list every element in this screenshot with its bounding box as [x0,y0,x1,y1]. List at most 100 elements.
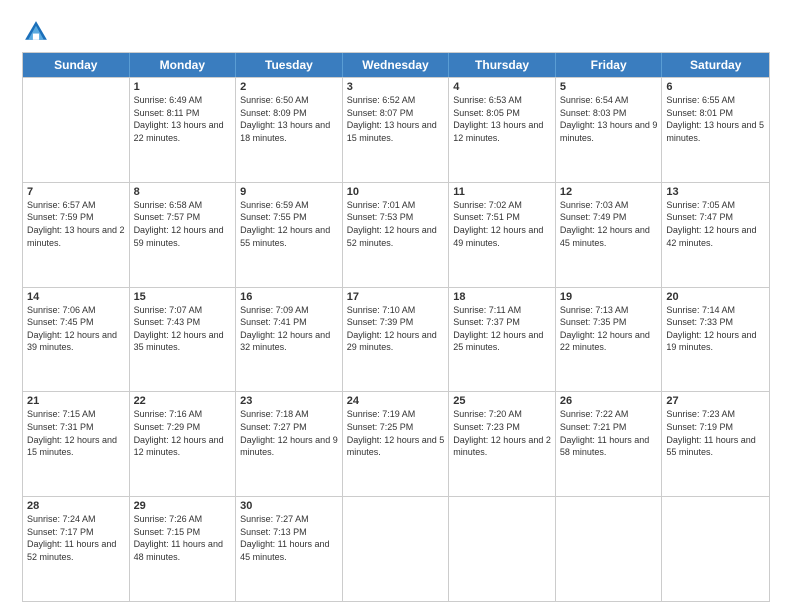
day-header-sunday: Sunday [23,53,130,77]
calendar-cell [662,497,769,601]
day-info: Sunrise: 6:54 AMSunset: 8:03 PMDaylight:… [560,94,658,144]
day-info: Sunrise: 7:02 AMSunset: 7:51 PMDaylight:… [453,199,551,249]
calendar-cell: 25Sunrise: 7:20 AMSunset: 7:23 PMDayligh… [449,392,556,496]
calendar-cell: 28Sunrise: 7:24 AMSunset: 7:17 PMDayligh… [23,497,130,601]
day-header-wednesday: Wednesday [343,53,450,77]
calendar-cell [343,497,450,601]
day-info: Sunrise: 7:07 AMSunset: 7:43 PMDaylight:… [134,304,232,354]
day-number: 27 [666,395,765,407]
day-number: 30 [240,500,338,512]
day-info: Sunrise: 7:01 AMSunset: 7:53 PMDaylight:… [347,199,445,249]
day-number: 25 [453,395,551,407]
calendar-cell [23,78,130,182]
calendar: SundayMondayTuesdayWednesdayThursdayFrid… [22,52,770,602]
day-info: Sunrise: 7:22 AMSunset: 7:21 PMDaylight:… [560,408,658,458]
calendar-cell: 8Sunrise: 6:58 AMSunset: 7:57 PMDaylight… [130,183,237,287]
day-info: Sunrise: 7:13 AMSunset: 7:35 PMDaylight:… [560,304,658,354]
calendar-body: 1Sunrise: 6:49 AMSunset: 8:11 PMDaylight… [23,77,769,601]
calendar-cell: 7Sunrise: 6:57 AMSunset: 7:59 PMDaylight… [23,183,130,287]
day-info: Sunrise: 7:26 AMSunset: 7:15 PMDaylight:… [134,513,232,563]
day-info: Sunrise: 7:19 AMSunset: 7:25 PMDaylight:… [347,408,445,458]
day-header-tuesday: Tuesday [236,53,343,77]
day-info: Sunrise: 6:49 AMSunset: 8:11 PMDaylight:… [134,94,232,144]
day-number: 4 [453,81,551,93]
day-number: 26 [560,395,658,407]
calendar-cell: 1Sunrise: 6:49 AMSunset: 8:11 PMDaylight… [130,78,237,182]
day-info: Sunrise: 7:10 AMSunset: 7:39 PMDaylight:… [347,304,445,354]
day-info: Sunrise: 7:23 AMSunset: 7:19 PMDaylight:… [666,408,765,458]
calendar-cell: 5Sunrise: 6:54 AMSunset: 8:03 PMDaylight… [556,78,663,182]
day-number: 15 [134,291,232,303]
calendar-cell: 12Sunrise: 7:03 AMSunset: 7:49 PMDayligh… [556,183,663,287]
day-number: 2 [240,81,338,93]
calendar-cell: 21Sunrise: 7:15 AMSunset: 7:31 PMDayligh… [23,392,130,496]
day-info: Sunrise: 6:57 AMSunset: 7:59 PMDaylight:… [27,199,125,249]
day-info: Sunrise: 7:06 AMSunset: 7:45 PMDaylight:… [27,304,125,354]
day-info: Sunrise: 7:24 AMSunset: 7:17 PMDaylight:… [27,513,125,563]
calendar-week-1: 1Sunrise: 6:49 AMSunset: 8:11 PMDaylight… [23,77,769,182]
day-info: Sunrise: 6:59 AMSunset: 7:55 PMDaylight:… [240,199,338,249]
day-header-thursday: Thursday [449,53,556,77]
day-number: 7 [27,186,125,198]
calendar-cell: 19Sunrise: 7:13 AMSunset: 7:35 PMDayligh… [556,288,663,392]
day-info: Sunrise: 7:14 AMSunset: 7:33 PMDaylight:… [666,304,765,354]
calendar-cell: 4Sunrise: 6:53 AMSunset: 8:05 PMDaylight… [449,78,556,182]
day-info: Sunrise: 6:50 AMSunset: 8:09 PMDaylight:… [240,94,338,144]
day-info: Sunrise: 7:20 AMSunset: 7:23 PMDaylight:… [453,408,551,458]
calendar-cell: 26Sunrise: 7:22 AMSunset: 7:21 PMDayligh… [556,392,663,496]
day-info: Sunrise: 7:27 AMSunset: 7:13 PMDaylight:… [240,513,338,563]
day-number: 29 [134,500,232,512]
day-number: 20 [666,291,765,303]
day-number: 21 [27,395,125,407]
calendar-cell: 14Sunrise: 7:06 AMSunset: 7:45 PMDayligh… [23,288,130,392]
day-number: 17 [347,291,445,303]
calendar-cell: 23Sunrise: 7:18 AMSunset: 7:27 PMDayligh… [236,392,343,496]
day-number: 16 [240,291,338,303]
day-info: Sunrise: 7:03 AMSunset: 7:49 PMDaylight:… [560,199,658,249]
calendar-cell [556,497,663,601]
day-number: 9 [240,186,338,198]
day-number: 8 [134,186,232,198]
calendar-week-4: 21Sunrise: 7:15 AMSunset: 7:31 PMDayligh… [23,391,769,496]
day-info: Sunrise: 7:15 AMSunset: 7:31 PMDaylight:… [27,408,125,458]
calendar-cell: 27Sunrise: 7:23 AMSunset: 7:19 PMDayligh… [662,392,769,496]
calendar-week-3: 14Sunrise: 7:06 AMSunset: 7:45 PMDayligh… [23,287,769,392]
calendar-cell: 17Sunrise: 7:10 AMSunset: 7:39 PMDayligh… [343,288,450,392]
day-number: 6 [666,81,765,93]
day-info: Sunrise: 6:53 AMSunset: 8:05 PMDaylight:… [453,94,551,144]
calendar-cell: 16Sunrise: 7:09 AMSunset: 7:41 PMDayligh… [236,288,343,392]
calendar-header-row: SundayMondayTuesdayWednesdayThursdayFrid… [23,53,769,77]
day-header-monday: Monday [130,53,237,77]
day-info: Sunrise: 7:05 AMSunset: 7:47 PMDaylight:… [666,199,765,249]
calendar-cell: 24Sunrise: 7:19 AMSunset: 7:25 PMDayligh… [343,392,450,496]
calendar-cell [449,497,556,601]
day-info: Sunrise: 7:16 AMSunset: 7:29 PMDaylight:… [134,408,232,458]
day-info: Sunrise: 6:52 AMSunset: 8:07 PMDaylight:… [347,94,445,144]
day-number: 10 [347,186,445,198]
calendar-cell: 22Sunrise: 7:16 AMSunset: 7:29 PMDayligh… [130,392,237,496]
calendar-cell: 29Sunrise: 7:26 AMSunset: 7:15 PMDayligh… [130,497,237,601]
calendar-cell: 2Sunrise: 6:50 AMSunset: 8:09 PMDaylight… [236,78,343,182]
calendar-cell: 6Sunrise: 6:55 AMSunset: 8:01 PMDaylight… [662,78,769,182]
day-number: 23 [240,395,338,407]
logo [22,18,54,46]
day-header-friday: Friday [556,53,663,77]
logo-icon [22,18,50,46]
day-number: 3 [347,81,445,93]
calendar-cell: 18Sunrise: 7:11 AMSunset: 7:37 PMDayligh… [449,288,556,392]
page-header [22,18,770,46]
day-info: Sunrise: 6:55 AMSunset: 8:01 PMDaylight:… [666,94,765,144]
day-number: 28 [27,500,125,512]
day-number: 22 [134,395,232,407]
day-number: 24 [347,395,445,407]
day-number: 5 [560,81,658,93]
calendar-cell: 13Sunrise: 7:05 AMSunset: 7:47 PMDayligh… [662,183,769,287]
calendar-cell: 10Sunrise: 7:01 AMSunset: 7:53 PMDayligh… [343,183,450,287]
calendar-cell: 15Sunrise: 7:07 AMSunset: 7:43 PMDayligh… [130,288,237,392]
day-number: 12 [560,186,658,198]
calendar-cell: 20Sunrise: 7:14 AMSunset: 7:33 PMDayligh… [662,288,769,392]
day-info: Sunrise: 7:09 AMSunset: 7:41 PMDaylight:… [240,304,338,354]
day-info: Sunrise: 6:58 AMSunset: 7:57 PMDaylight:… [134,199,232,249]
calendar-cell: 3Sunrise: 6:52 AMSunset: 8:07 PMDaylight… [343,78,450,182]
calendar-cell: 30Sunrise: 7:27 AMSunset: 7:13 PMDayligh… [236,497,343,601]
